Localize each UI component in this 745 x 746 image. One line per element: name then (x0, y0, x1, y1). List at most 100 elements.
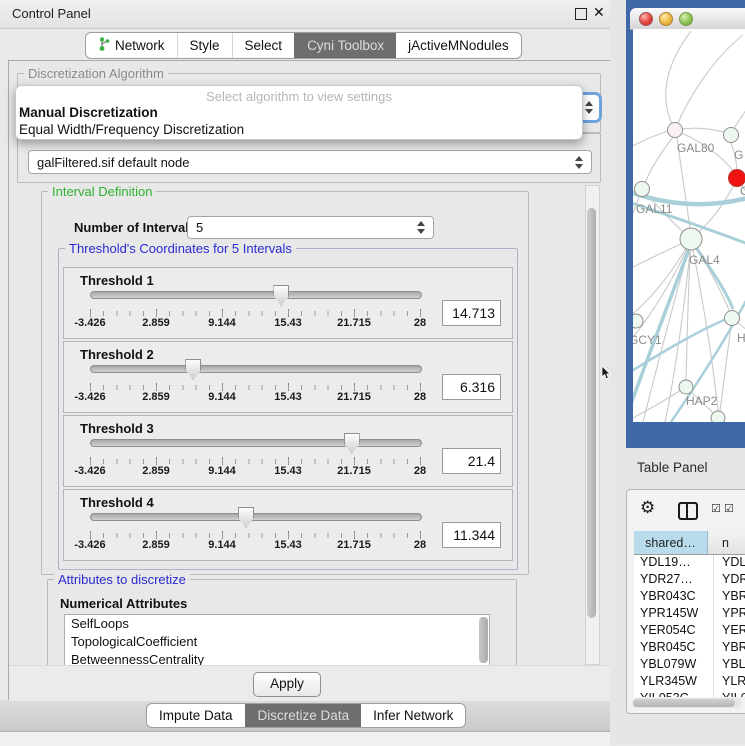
table-horizontal-scrollbar[interactable] (632, 698, 742, 708)
close-traffic-light-button[interactable] (639, 12, 653, 26)
threshold-value-field[interactable] (442, 522, 501, 548)
apply-button[interactable]: Apply (253, 672, 321, 697)
bottom-tab-strip: Impute Data Discretize Data Infer Networ… (0, 700, 610, 731)
threshold-slider[interactable] (90, 284, 420, 310)
tab-select[interactable]: Select (232, 33, 295, 58)
node-hap2[interactable] (679, 380, 693, 394)
column-header-shared[interactable]: shared… (634, 531, 708, 555)
zoom-traffic-light-button[interactable] (679, 12, 693, 26)
node-gal4[interactable] (680, 228, 702, 250)
scrollbar-thumb[interactable] (587, 208, 596, 618)
combobox-value: 5 (196, 220, 411, 235)
node-gal11[interactable] (635, 182, 650, 197)
status-strip (0, 731, 610, 746)
gear-icon[interactable]: ⚙ (640, 498, 655, 518)
slider-track[interactable] (90, 513, 422, 521)
tick-label: 21.715 (337, 539, 371, 551)
table-data-combobox[interactable]: galFiltered.sif default node (28, 150, 592, 174)
tab-infer-network[interactable]: Infer Network (361, 704, 465, 727)
table-row[interactable]: YLR345WYLR3 (634, 674, 745, 691)
node-label-gcy1: GCY1 (633, 333, 662, 347)
attributes-to-discretize-group: Attributes to discretize Numerical Attri… (47, 579, 517, 669)
tab-jactivemnodules[interactable]: jActiveMNodules (396, 33, 521, 58)
minimize-traffic-light-button[interactable] (659, 12, 673, 26)
node-gal80[interactable] (668, 123, 683, 138)
table-row[interactable]: YDL19…YDL1 (634, 555, 745, 572)
slider-thumb[interactable] (185, 359, 201, 380)
slider-minor-ticks (90, 459, 421, 464)
number-of-intervals-combobox[interactable]: 5 (187, 216, 434, 239)
split-view-icon[interactable] (678, 502, 698, 520)
attribute-list-item[interactable]: TopologicalCoefficient (65, 633, 489, 651)
table-row[interactable]: YDR27…YDR2 (634, 572, 745, 589)
node-label-c: C (740, 184, 745, 198)
tick-label: 15.43 (274, 391, 302, 403)
node-attribute-table: shared… n YDL19…YDL1YDR27…YDR2YBR043CYBR… (634, 531, 745, 697)
tab-style[interactable]: Style (177, 33, 232, 58)
attribute-list-item[interactable]: SelfLoops (65, 615, 489, 633)
table-row[interactable]: YBR043CYBR0 (634, 589, 745, 606)
slider-thumb[interactable] (273, 285, 289, 306)
slider-track[interactable] (90, 291, 422, 299)
network-view-window: GAL80 G C GAL11 GAL4 GCY1 H HAP2 (626, 0, 745, 448)
threshold-value-field[interactable] (442, 374, 501, 400)
slider-minor-ticks (90, 385, 421, 390)
numerical-attributes-label: Numerical Attributes (60, 596, 187, 611)
algorithm-dropdown-popup: Select algorithm to view settings Manual… (15, 85, 583, 140)
tick-label: 2.859 (142, 465, 170, 477)
threshold-value-field[interactable] (442, 448, 501, 474)
tick-label: 9.144 (208, 465, 236, 477)
dropdown-placeholder-item[interactable]: Select algorithm to view settings (16, 86, 582, 104)
node-label-gal11: GAL11 (636, 202, 673, 216)
threshold-slider[interactable] (90, 358, 420, 384)
thresholds-coordinates-group: Threshold's Coordinates for 5 Intervals … (58, 248, 518, 570)
table-cell: YDR27… (634, 572, 714, 589)
tab-network[interactable]: Network (86, 33, 177, 58)
tick-label: 9.144 (208, 317, 236, 329)
tab-cyni-toolbox[interactable]: Cyni Toolbox (294, 33, 396, 58)
table-cell: YBR0 (714, 589, 745, 606)
slider-thumb[interactable] (344, 433, 360, 454)
list-scrollbar-thumb[interactable] (479, 617, 488, 663)
group-label: Interval Definition (48, 184, 156, 199)
threshold-value-field[interactable] (442, 300, 501, 326)
control-panel-window: Control Panel ✕ Network Style Select Cyn… (0, 0, 610, 745)
numerical-attributes-list[interactable]: SelfLoopsTopologicalCoefficientBetweenne… (64, 614, 490, 668)
tab-impute-data[interactable]: Impute Data (147, 704, 245, 727)
threshold-slider[interactable] (90, 506, 420, 532)
node-label-hap2: HAP2 (686, 394, 718, 408)
threshold-slider[interactable] (90, 432, 420, 458)
slider-track[interactable] (90, 439, 422, 447)
settings-vertical-scrollbar[interactable] (585, 185, 600, 665)
node-h[interactable] (725, 311, 740, 326)
table-cell: YPR145W (634, 606, 714, 623)
bottom-tab-bar: Impute Data Discretize Data Infer Networ… (146, 703, 466, 728)
close-icon[interactable]: ✕ (593, 4, 605, 21)
slider-thumb[interactable] (238, 507, 254, 528)
table-cell: YBL079W (634, 657, 714, 674)
table-cell: YBR0 (714, 640, 745, 657)
scrollbar-thumb[interactable] (633, 699, 735, 707)
table-row[interactable]: YIL053CYIL0 (634, 691, 745, 697)
tab-discretize-data[interactable]: Discretize Data (245, 704, 362, 727)
table-cell: YDR2 (714, 572, 745, 589)
float-window-icon[interactable] (575, 8, 587, 20)
table-row[interactable]: YBL079WYBL0 (634, 657, 745, 674)
node-gcy1[interactable] (633, 314, 643, 328)
table-row[interactable]: YPR145WYPR1 (634, 606, 745, 623)
table-panel-title: Table Panel (637, 460, 708, 475)
node-bottom[interactable] (711, 411, 725, 422)
network-canvas[interactable]: GAL80 G C GAL11 GAL4 GCY1 H HAP2 (633, 29, 745, 422)
tick-label: 28 (414, 391, 426, 403)
dropdown-option-equal-width-frequency[interactable]: Equal Width/Frequency Discretization (16, 121, 582, 138)
column-header-name[interactable]: n (708, 531, 745, 555)
dropdown-option-manual-discretization[interactable]: Manual Discretization (16, 104, 582, 121)
checkbox-icon[interactable]: ☑ (711, 502, 721, 515)
checkbox-icon[interactable]: ☑ (724, 502, 734, 515)
table-row[interactable]: YBR045CYBR0 (634, 640, 745, 657)
slider-track[interactable] (90, 365, 422, 373)
table-row[interactable]: YER054CYER0 (634, 623, 745, 640)
node-top-right[interactable] (724, 128, 739, 143)
table-cell: YBL0 (714, 657, 745, 674)
table-panel: ⚙ ☑ ☑ shared… n YDL19…YDL1YDR27…YDR2YBR0… (626, 489, 745, 714)
